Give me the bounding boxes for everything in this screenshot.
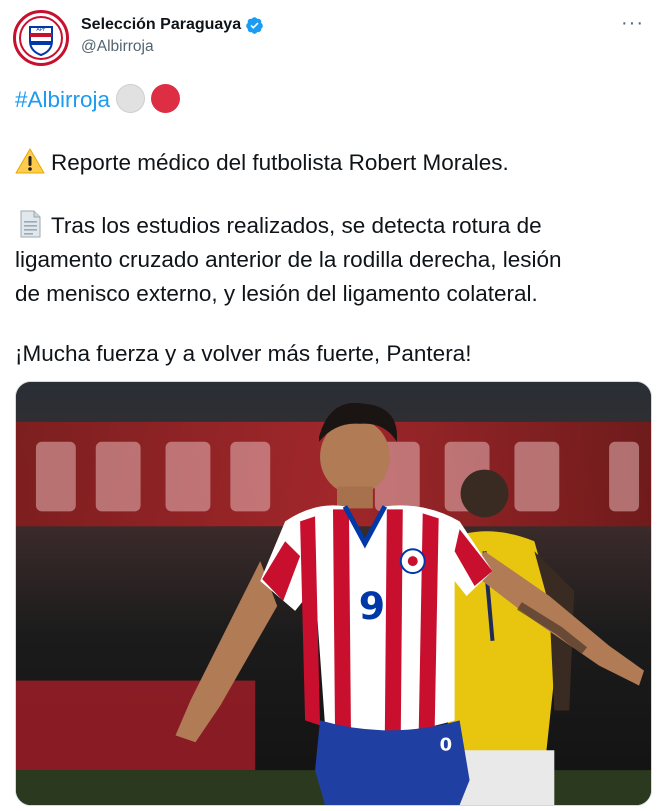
more-options-icon[interactable]: ··· bbox=[621, 12, 644, 35]
hashtag-line: #Albirroja bbox=[15, 83, 655, 117]
hashtag-link[interactable]: #Albirroja bbox=[15, 87, 110, 112]
avatar[interactable]: APF bbox=[13, 10, 69, 66]
warning-text: Reporte médico del futbolista Robert Mor… bbox=[51, 150, 509, 175]
report-line-1: Tras los estudios realizados, se detecta… bbox=[51, 213, 542, 238]
report-paragraph: Tras los estudios realizados, se detecta… bbox=[15, 209, 655, 311]
apf-crest-icon: APF bbox=[19, 16, 63, 60]
verified-badge-icon bbox=[246, 16, 263, 34]
white-circle-icon bbox=[116, 84, 146, 113]
red-circle-icon bbox=[151, 84, 181, 113]
document-icon bbox=[20, 210, 41, 238]
svg-text:APF: APF bbox=[36, 27, 45, 33]
tweet[interactable]: APF Selección Paraguaya @Albirroja ··· #… bbox=[0, 0, 666, 811]
warning-icon bbox=[15, 148, 45, 174]
photo-player-celebrating: 9 0 bbox=[16, 382, 651, 805]
report-line-3: de menisco externo, y lesión del ligamen… bbox=[15, 281, 538, 306]
svg-text:0: 0 bbox=[440, 734, 452, 755]
closing-line: ¡Mucha fuerza y a volver más fuerte, Pan… bbox=[15, 341, 472, 366]
handle[interactable]: @Albirroja bbox=[81, 38, 264, 56]
report-line-2: ligamento cruzado anterior de la rodilla… bbox=[15, 247, 562, 272]
display-name[interactable]: Selección Paraguaya bbox=[81, 16, 241, 34]
tweet-photo[interactable]: 9 0 bbox=[15, 381, 652, 806]
jersey-number: 9 bbox=[359, 584, 385, 628]
warning-line: Reporte médico del futbolista Robert Mor… bbox=[15, 146, 655, 180]
author-block[interactable]: Selección Paraguaya @Albirroja bbox=[81, 14, 264, 56]
